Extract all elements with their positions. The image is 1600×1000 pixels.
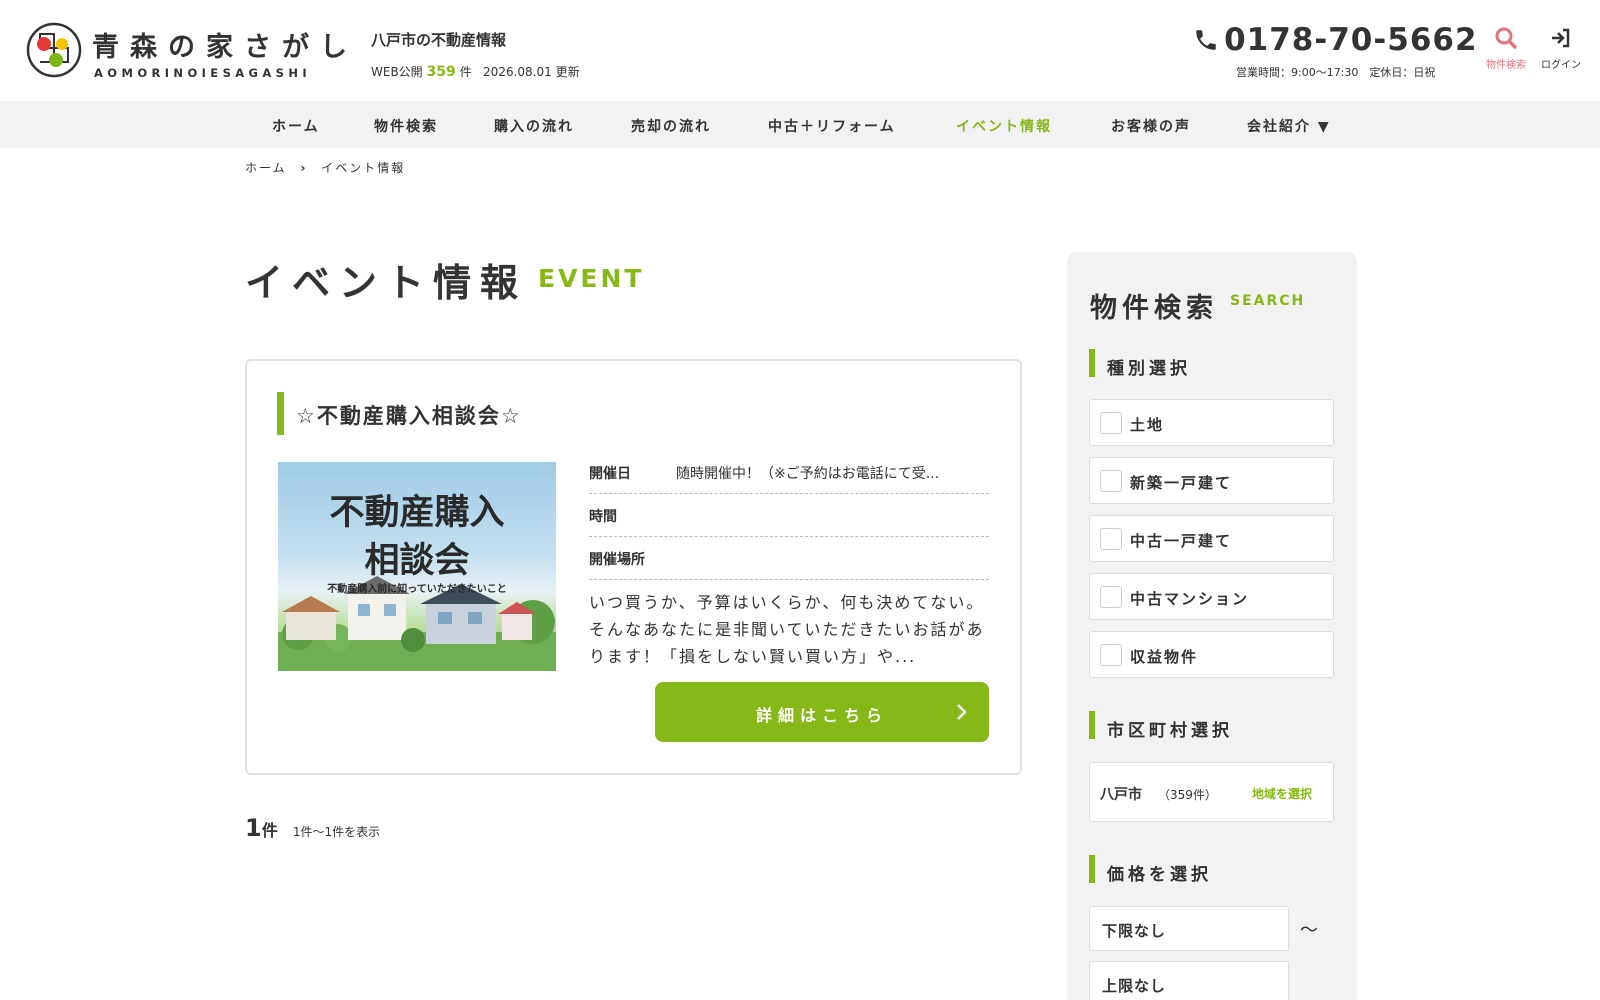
price-max-value: 上限なし xyxy=(1102,977,1167,995)
type-section-title: 種別選択 xyxy=(1107,359,1191,379)
sidebar-title: 物件検索 xyxy=(1090,293,1218,324)
type-option-label: 収益物件 xyxy=(1130,648,1199,666)
chevron-right-icon xyxy=(957,704,967,720)
login-icon xyxy=(1552,28,1570,48)
result-count-number: 1 xyxy=(245,814,262,842)
phone-link[interactable]: 0178-70-5662 xyxy=(1193,22,1478,58)
header-search-button[interactable]: 物件検索 xyxy=(1478,26,1534,71)
thumbnail-subtitle: 不動産購入前に知っていただきたいこと xyxy=(327,584,507,595)
info-value-date: 随時開催中！（※ご予約はお電話にて受... xyxy=(676,466,940,482)
updated-label: 更新 xyxy=(555,65,580,79)
price-min-select[interactable]: 下限なし xyxy=(1089,906,1289,951)
type-option-label: 中古一戸建て xyxy=(1130,532,1233,550)
checkbox[interactable] xyxy=(1100,412,1122,434)
nav-item-purchase-flow[interactable]: 購入の流れ xyxy=(494,116,574,136)
event-detail-label: 詳細はこちら xyxy=(755,706,888,725)
type-section-bar xyxy=(1089,349,1095,377)
event-info-row-date: 開催日 随時開催中！（※ご予約はお電話にて受... xyxy=(589,451,989,494)
phone-icon xyxy=(1196,30,1216,50)
checkbox[interactable] xyxy=(1100,470,1122,492)
city-section-title: 市区町村選択 xyxy=(1107,721,1233,741)
phone-number[interactable]: 0178-70-5662 xyxy=(1224,22,1477,58)
price-section-bar xyxy=(1089,855,1095,883)
result-range: 1件〜1件を表示 xyxy=(292,825,381,839)
info-label-date: 開催日 xyxy=(589,466,631,482)
select-area-link[interactable]: 地域を選択 xyxy=(1252,785,1312,802)
price-range-tilde: 〜 xyxy=(1300,920,1318,941)
chevron-right-icon: › xyxy=(300,161,308,175)
event-detail-button[interactable]: 詳細はこちら xyxy=(655,682,989,742)
nav-item-events[interactable]: イベント情報 xyxy=(956,116,1052,136)
type-option-label: 土地 xyxy=(1130,416,1165,434)
event-description: いつ買うか、予算はいくらか、何も決めてない。 そんなあなたに是非聞いていただきた… xyxy=(589,593,985,666)
type-option-land[interactable]: 土地 xyxy=(1089,399,1334,446)
checkbox[interactable] xyxy=(1100,644,1122,666)
nav-item-property-search[interactable]: 物件検索 xyxy=(374,116,438,136)
site-subtitle: 八戸市の不動産情報 xyxy=(371,31,507,49)
price-section-title: 価格を選択 xyxy=(1107,865,1212,885)
nav-item-home[interactable]: ホーム xyxy=(272,116,320,136)
header-login-button[interactable]: ログイン xyxy=(1536,26,1586,71)
event-title[interactable]: ☆不動産購入相談会☆ xyxy=(296,400,522,430)
header-search-label: 物件検索 xyxy=(1486,60,1526,71)
web-public-prefix: WEB公開 xyxy=(371,65,423,79)
nav-item-voices[interactable]: お客様の声 xyxy=(1111,116,1191,136)
type-option-label: 中古マンション xyxy=(1130,590,1250,608)
city-selector[interactable]: 八戸市 （359件） 地域を選択 xyxy=(1089,762,1334,822)
result-count-unit: 件 xyxy=(261,821,278,840)
info-label-time: 時間 xyxy=(589,509,617,525)
info-label-venue: 開催場所 xyxy=(589,552,645,568)
updated-date: 2026.08.01 xyxy=(483,65,552,79)
header-login-label: ログイン xyxy=(1541,60,1581,71)
sidebar-title-en: SEARCH xyxy=(1230,293,1306,309)
global-nav: ホーム 物件検索 購入の流れ 売却の流れ 中古＋リフォーム イベント情報 お客様… xyxy=(0,101,1600,148)
page-title: イベント情報 xyxy=(245,261,528,305)
web-public-info: WEB公開 359 件 2026.08.01 更新 xyxy=(371,63,580,80)
page-title-en: EVENT xyxy=(538,264,645,293)
price-min-value: 下限なし xyxy=(1102,922,1167,940)
event-info-row-venue: 開催場所 xyxy=(589,537,989,580)
thumbnail-title-line1: 不動産購入 xyxy=(329,492,505,533)
nav-item-sale-flow[interactable]: 売却の流れ xyxy=(631,116,711,136)
search-icon xyxy=(1495,27,1517,49)
type-option-used-mansion[interactable]: 中古マンション xyxy=(1089,573,1334,620)
event-thumbnail[interactable]: 不動産購入 相談会 不動産購入前に知っていただきたいこと xyxy=(278,462,556,671)
event-info-row-time: 時間 xyxy=(589,494,989,537)
nav-item-company[interactable]: 会社紹介 ▼ xyxy=(1247,116,1331,136)
thumbnail-title-line2: 相談会 xyxy=(364,540,470,581)
checkbox[interactable] xyxy=(1100,586,1122,608)
checkbox[interactable] xyxy=(1100,528,1122,550)
event-title-bar xyxy=(277,392,284,435)
breadcrumb-home[interactable]: ホーム xyxy=(245,161,287,175)
city-section-bar xyxy=(1089,711,1095,739)
type-option-investment[interactable]: 収益物件 xyxy=(1089,631,1334,678)
web-public-unit: 件 xyxy=(459,65,472,79)
logo-icon[interactable] xyxy=(26,22,82,78)
type-option-used-house[interactable]: 中古一戸建て xyxy=(1089,515,1334,562)
breadcrumb: ホーム › イベント情報 xyxy=(245,159,405,176)
type-option-label: 新築一戸建て xyxy=(1130,474,1233,492)
type-option-new-house[interactable]: 新築一戸建て xyxy=(1089,457,1334,504)
logo-text-jp[interactable]: 青森の家さがし xyxy=(92,25,358,64)
nav-item-used-reform[interactable]: 中古＋リフォーム xyxy=(768,116,896,136)
business-hours: 営業時間：9:00〜17:30 定休日：日祝 xyxy=(1236,66,1436,79)
web-public-count: 359 xyxy=(426,64,456,80)
city-count: （359件） xyxy=(1158,788,1217,802)
price-max-select[interactable]: 上限なし xyxy=(1089,961,1289,1000)
site-header: 青森の家さがし AOMORINOIESAGASHI 八戸市の不動産情報 WEB公… xyxy=(0,0,1600,101)
city-name: 八戸市 xyxy=(1100,787,1142,803)
logo-text-en[interactable]: AOMORINOIESAGASHI xyxy=(94,66,311,80)
result-count: 1件 1件〜1件を表示 xyxy=(245,814,380,842)
breadcrumb-current: イベント情報 xyxy=(321,161,406,175)
